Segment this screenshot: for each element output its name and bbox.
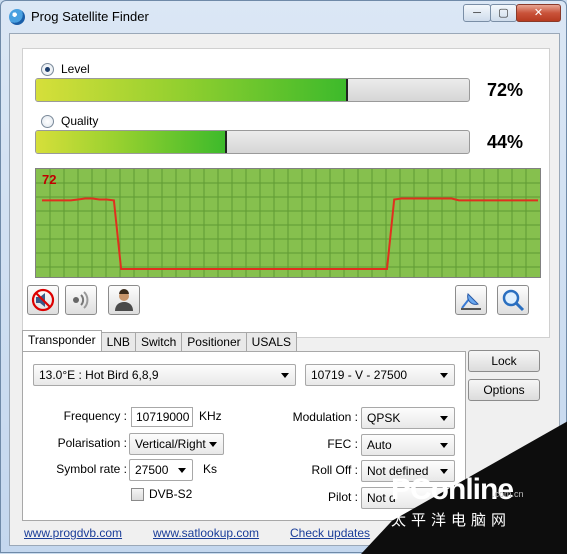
watermark-domain: .com.cn	[492, 489, 524, 499]
modulation-label: Modulation :	[292, 410, 358, 424]
transponder-select-value: 10719 - V - 27500	[311, 368, 408, 382]
close-button[interactable]: ✕	[516, 4, 561, 22]
progdvb-link[interactable]: www.progdvb.com	[24, 526, 122, 540]
symbol-rate-select[interactable]: 27500	[129, 459, 193, 481]
window-title: Prog Satellite Finder	[31, 9, 149, 24]
options-button[interactable]: Options	[468, 379, 540, 401]
quality-label: Quality	[61, 114, 99, 128]
pilot-label: Pilot :	[327, 490, 358, 504]
quality-bar-fill	[36, 131, 227, 153]
mute-speaker-icon	[31, 288, 55, 312]
satellite-select[interactable]: 13.0°E : Hot Bird 6,8,9	[33, 364, 296, 386]
pconline-watermark: PConline .com.cn 太平洋电脑网	[361, 421, 567, 554]
level-bar-fill	[36, 79, 348, 101]
chevron-down-icon	[440, 373, 448, 378]
search-button[interactable]	[497, 285, 529, 315]
minimize-button[interactable]: ─	[463, 4, 491, 22]
level-bar	[35, 78, 470, 102]
mute-button[interactable]	[27, 285, 59, 315]
tab-strip: Transponder LNB Switch Positioner USALS	[22, 330, 298, 352]
chevron-down-icon	[209, 442, 217, 447]
chevron-down-icon	[281, 373, 289, 378]
tab-transponder[interactable]: Transponder	[22, 330, 102, 351]
satlookup-link[interactable]: www.satlookup.com	[153, 526, 259, 540]
tab-lnb[interactable]: LNB	[100, 332, 136, 351]
sound-signal-button[interactable]	[65, 285, 97, 315]
signal-history-svg	[36, 169, 540, 277]
quality-percent: 44%	[487, 132, 524, 152]
lock-button[interactable]: Lock	[468, 350, 540, 372]
title-bar[interactable]: Prog Satellite Finder ─ ▢ ✕	[1, 1, 566, 31]
level-radio[interactable]	[41, 62, 54, 76]
chart-value-label: 72	[42, 172, 57, 187]
level-percent: 72%	[487, 80, 524, 100]
signal-panel: Level 72% Quality 44% 72	[22, 48, 550, 338]
watermark-chinese: 太平洋电脑网	[391, 512, 512, 529]
main-window: Prog Satellite Finder ─ ▢ ✕ Level 72% Qu…	[0, 0, 567, 554]
satellite-app-icon	[9, 9, 25, 25]
satellite-dish-icon	[461, 293, 481, 310]
polarisation-select-value: Vertical/Right	[135, 437, 206, 451]
level-label: Level	[61, 62, 90, 76]
symbol-rate-unit: Ks	[203, 462, 218, 476]
check-updates-link[interactable]: Check updates	[290, 526, 370, 540]
dvbs2-checkbox[interactable]	[131, 488, 144, 501]
chevron-down-icon	[178, 468, 186, 473]
tab-switch[interactable]: Switch	[134, 332, 183, 351]
quality-bar	[35, 130, 470, 154]
frequency-label: Frequency :	[63, 409, 127, 423]
user-button[interactable]	[108, 285, 140, 315]
fec-label: FEC :	[327, 437, 358, 451]
frequency-input[interactable]: 10719000	[131, 407, 193, 427]
quality-radio-row[interactable]: Quality	[41, 114, 98, 128]
user-icon	[115, 289, 133, 311]
transponder-select[interactable]: 10719 - V - 27500	[305, 364, 455, 386]
rolloff-label: Roll Off :	[311, 463, 358, 477]
dish-button[interactable]	[455, 285, 487, 315]
tab-usals[interactable]: USALS	[245, 332, 298, 351]
frequency-unit: KHz	[199, 409, 222, 423]
satellite-select-value: 13.0°E : Hot Bird 6,8,9	[39, 368, 159, 382]
magnifier-icon	[502, 289, 525, 312]
tab-positioner[interactable]: Positioner	[181, 332, 247, 351]
dvbs2-label: DVB-S2	[149, 487, 193, 501]
symbol-rate-value: 27500	[135, 463, 169, 477]
quality-radio[interactable]	[41, 114, 54, 128]
maximize-button[interactable]: ▢	[490, 4, 517, 22]
signal-history-chart: 72	[35, 168, 541, 278]
polarisation-label: Polarisation :	[57, 436, 127, 450]
signal-sound-icon	[73, 291, 89, 309]
polarisation-select[interactable]: Vertical/Right	[129, 433, 224, 455]
symbol-rate-label: Symbol rate :	[56, 462, 127, 476]
level-radio-row[interactable]: Level	[41, 62, 90, 76]
